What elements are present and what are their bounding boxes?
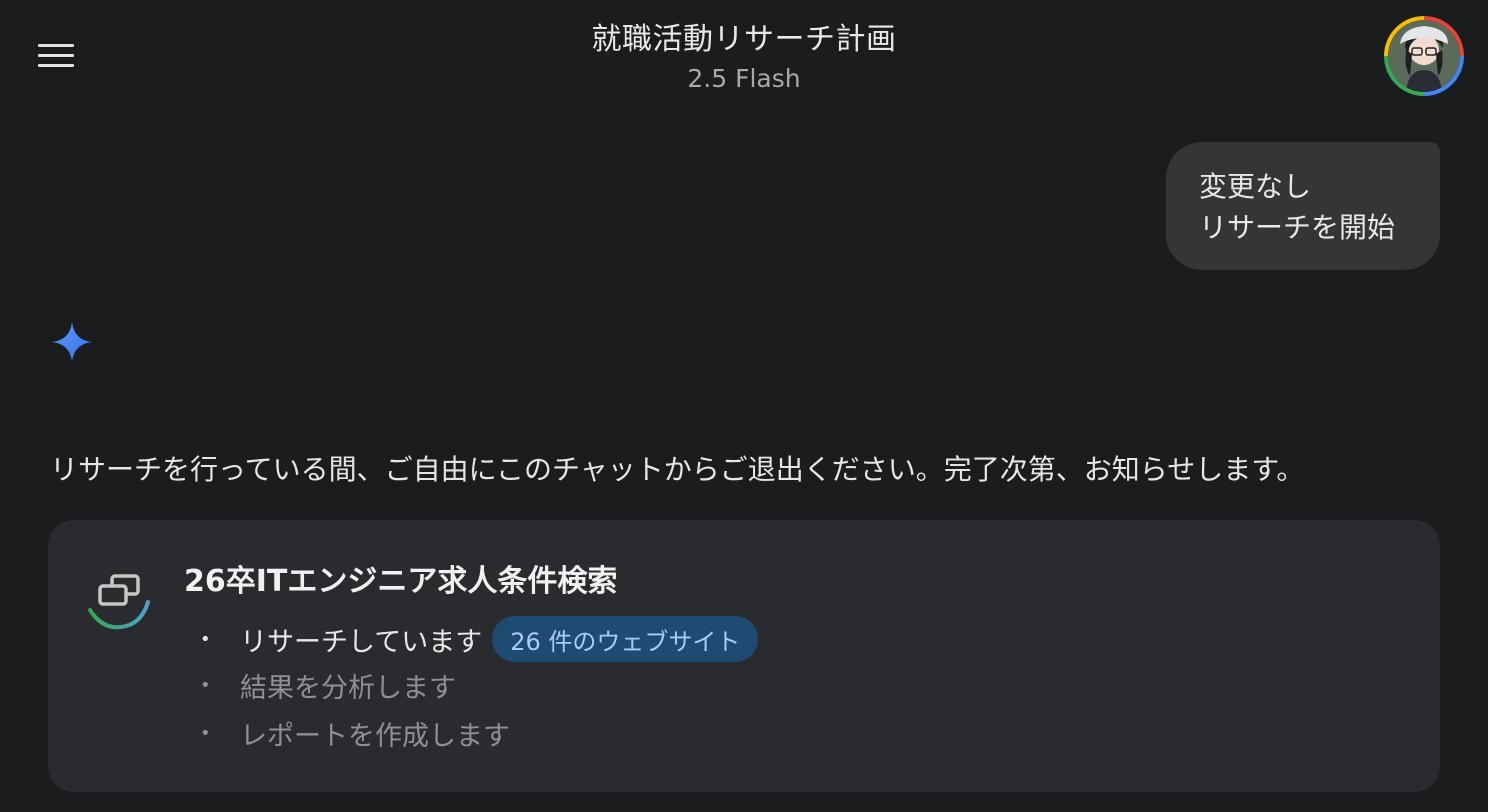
chat-page: 就職活動リサーチ計画 2.5 Flash 変更なし リサーチを開始 リサーチを行… <box>0 0 1488 812</box>
gemini-spark-icon <box>52 322 92 362</box>
user-message-line: 変更なし <box>1199 170 1312 203</box>
research-step-pending: • 結果を分析します <box>200 662 456 708</box>
user-avatar[interactable] <box>1384 16 1464 96</box>
research-card[interactable]: 26卒ITエンジニア求人条件検索 • リサーチしています 26 件のウェブサイト… <box>48 520 1440 792</box>
step-label: リサーチしています <box>240 626 483 658</box>
bullet: • <box>200 628 211 650</box>
research-step-pending: • レポートを作成します <box>200 710 510 756</box>
step-label: 結果を分析します <box>240 672 456 704</box>
assistant-status-message: リサーチを行っている間、ご自由にこのチャットからご退出ください。完了次第、お知ら… <box>50 453 1305 486</box>
chat-title: 就職活動リサーチ計画 <box>591 22 897 57</box>
research-title: 26卒ITエンジニア求人条件検索 <box>184 564 618 599</box>
user-message-line: リサーチを開始 <box>1199 211 1396 244</box>
avatar-image <box>1388 20 1460 92</box>
model-selector[interactable]: 2.5 Flash <box>0 64 1488 93</box>
research-step-active: • リサーチしています 26 件のウェブサイト <box>200 616 759 662</box>
bullet: • <box>200 722 211 744</box>
websites-count-chip[interactable]: 26 件のウェブサイト <box>492 616 759 662</box>
user-message-bubble: 変更なし リサーチを開始 <box>1166 142 1440 270</box>
step-label: レポートを作成します <box>240 720 510 752</box>
bullet: • <box>200 674 211 696</box>
research-progress-icon <box>88 574 150 630</box>
